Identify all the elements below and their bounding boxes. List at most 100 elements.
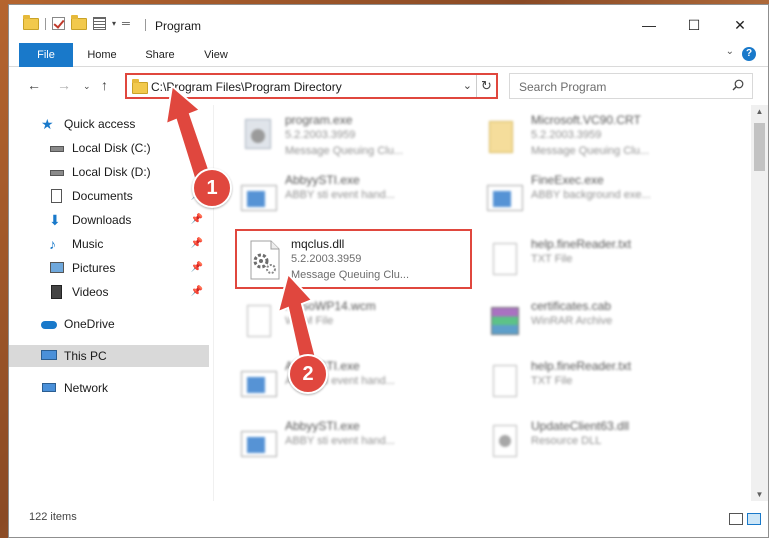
address-path[interactable]: C:\Program Files\Program Directory (151, 80, 342, 94)
help-icon[interactable]: ? (742, 47, 756, 61)
file-name: Microsoft.VC90.CRT (531, 113, 641, 127)
pin-icon[interactable]: 📌 (191, 214, 203, 225)
large-icons-view-icon[interactable] (747, 513, 761, 525)
file-name: AbbyySTI.exe (285, 419, 360, 433)
file-item[interactable]: AbbyySTI.exe ABBY sti event hand... (229, 413, 469, 469)
sidebar-item-label: OneDrive (64, 317, 115, 331)
file-item[interactable]: FBSoWP14.wcm WCM File (229, 293, 469, 349)
properties-check-icon[interactable] (52, 17, 65, 30)
details-view-icon[interactable] (729, 513, 743, 525)
music-note-icon: ♪ (49, 236, 56, 252)
sidebar-item-onedrive[interactable]: OneDrive (9, 313, 209, 335)
text-file-icon (485, 239, 525, 281)
minimize-button[interactable]: — (639, 15, 659, 35)
sidebar-item-label: Pictures (72, 261, 116, 275)
sidebar-item-label: Network (64, 381, 109, 395)
step-1-badge: 1 (192, 168, 232, 208)
close-button[interactable]: ✕ (730, 15, 750, 35)
file-description: ABBY sti event hand... (285, 435, 395, 447)
sidebar-item-this-pc[interactable]: This PC (9, 345, 209, 367)
back-arrow-icon[interactable]: ← (27, 77, 41, 93)
tab-home[interactable]: Home (81, 43, 123, 67)
file-description: ABBY sti event hand... (285, 189, 395, 201)
folder-icon (485, 115, 525, 157)
customize-toolbar-icon[interactable]: ▾ (112, 19, 116, 28)
sidebar-item-label: Local Disk (D:) (72, 165, 151, 179)
file-item[interactable]: FineExec.exe ABBY background exe... (475, 167, 715, 223)
file-name: FineExec.exe (531, 173, 604, 187)
file-name: certificates.cab (531, 299, 612, 313)
sidebar-item-label: Music (72, 237, 104, 251)
tab-share[interactable]: Share (139, 43, 181, 67)
window-title: Program (155, 19, 202, 33)
file-description: ABBY background exe... (531, 189, 651, 201)
search-icon[interactable] (732, 79, 744, 91)
status-bar: 122 items (9, 501, 768, 537)
sidebar-item-music[interactable]: ♪ Music 📌 (9, 233, 209, 255)
scroll-down-icon[interactable]: ▼ (751, 490, 768, 499)
vertical-scrollbar[interactable]: ▲ ▼ (751, 105, 768, 501)
file-name: AbbyySTI.exe (285, 173, 360, 187)
application-window-icon (239, 175, 279, 217)
scroll-up-icon[interactable]: ▲ (751, 107, 768, 116)
quick-access-toolbar: ▾ ═ (23, 14, 130, 30)
search-input[interactable]: Search Program (509, 73, 753, 99)
file-item[interactable]: Microsoft.VC90.CRT 5.2.2003.3959 Message… (475, 107, 715, 163)
expand-ribbon-icon[interactable]: ⌄ (726, 46, 734, 57)
file-item[interactable]: certificates.cab WinRAR Archive (475, 293, 715, 349)
new-folder-icon[interactable] (71, 14, 87, 30)
toolbar-divider (45, 17, 46, 30)
application-window-icon (239, 361, 279, 403)
file-item[interactable]: help.fineReader.txt TXT File (475, 231, 715, 287)
pin-icon[interactable]: 📌 (191, 238, 203, 249)
pin-icon[interactable]: 📌 (191, 262, 203, 273)
navigation-bar: ← → ⌄ ↑ C:\Program Files\Program Directo… (9, 67, 768, 103)
network-icon (41, 381, 57, 395)
tab-view[interactable]: View (197, 43, 235, 67)
up-arrow-icon[interactable]: ↑ (101, 77, 108, 93)
file-description: WinRAR Archive (531, 315, 613, 327)
file-name: FBSoWP14.wcm (285, 299, 376, 313)
file-description: Message Queuing Clu... (285, 145, 404, 157)
file-item[interactable]: help.fineReader.txt TXT File (475, 353, 715, 409)
pin-icon[interactable]: 📌 (191, 286, 203, 297)
properties-icon[interactable] (93, 17, 106, 30)
file-description: TXT File (531, 253, 573, 265)
file-item[interactable]: UpdateClient63.dll Resource DLL (475, 413, 715, 469)
sidebar-item-label: This PC (64, 349, 107, 363)
exe-gear-icon (239, 115, 279, 157)
maximize-button[interactable]: ☐ (684, 15, 704, 35)
toolbar-overflow-icon[interactable]: ═ (122, 18, 130, 30)
sidebar-item-downloads[interactable]: ⬇ Downloads 📌 (9, 209, 209, 231)
sidebar-item-local-disk-c[interactable]: Local Disk (C:) (9, 137, 209, 159)
sidebar-item-quick-access[interactable]: ★ Quick access (9, 113, 209, 135)
sidebar-item-documents[interactable]: Documents 📌 (9, 185, 209, 207)
scroll-thumb[interactable] (754, 123, 765, 171)
file-description: Message Queuing Clu... (531, 145, 650, 157)
text-file-icon (485, 361, 525, 403)
file-item[interactable]: program.exe 5.2.2003.3959 Message Queuin… (229, 107, 469, 163)
computer-icon (41, 349, 57, 363)
cloud-icon (41, 317, 57, 331)
sidebar-item-label: Videos (72, 285, 109, 299)
refresh-icon[interactable]: ↻ (476, 75, 496, 97)
drive-icon (49, 165, 65, 179)
sidebar-item-network[interactable]: Network (9, 377, 209, 399)
file-version: 5.2.2003.3959 (285, 129, 356, 141)
sidebar-item-pictures[interactable]: Pictures 📌 (9, 257, 209, 279)
file-highlight-box (235, 229, 472, 289)
application-window-icon (239, 421, 279, 463)
tab-file[interactable]: File (19, 43, 73, 67)
file-item[interactable]: AbbyySTI.exe ABBY sti event hand... (229, 353, 469, 409)
forward-arrow-icon[interactable]: → (57, 77, 71, 93)
file-name: program.exe (285, 113, 353, 127)
chevron-down-icon[interactable]: ⌄ (463, 79, 472, 92)
recent-locations-icon[interactable]: ⌄ (83, 81, 91, 92)
address-bar[interactable]: C:\Program Files\Program Directory ⌄ ↻ (125, 73, 498, 99)
sidebar-item-local-disk-d[interactable]: Local Disk (D:) (9, 161, 209, 183)
file-description: WCM File (285, 315, 334, 327)
file-description: Resource DLL (531, 435, 602, 447)
sidebar-item-videos[interactable]: Videos 📌 (9, 281, 209, 303)
explorer-window: ▾ ═ Program — ☐ ✕ File Home Share View ⌄… (8, 4, 769, 538)
file-item[interactable]: AbbyySTI.exe ABBY sti event hand... (229, 167, 469, 223)
